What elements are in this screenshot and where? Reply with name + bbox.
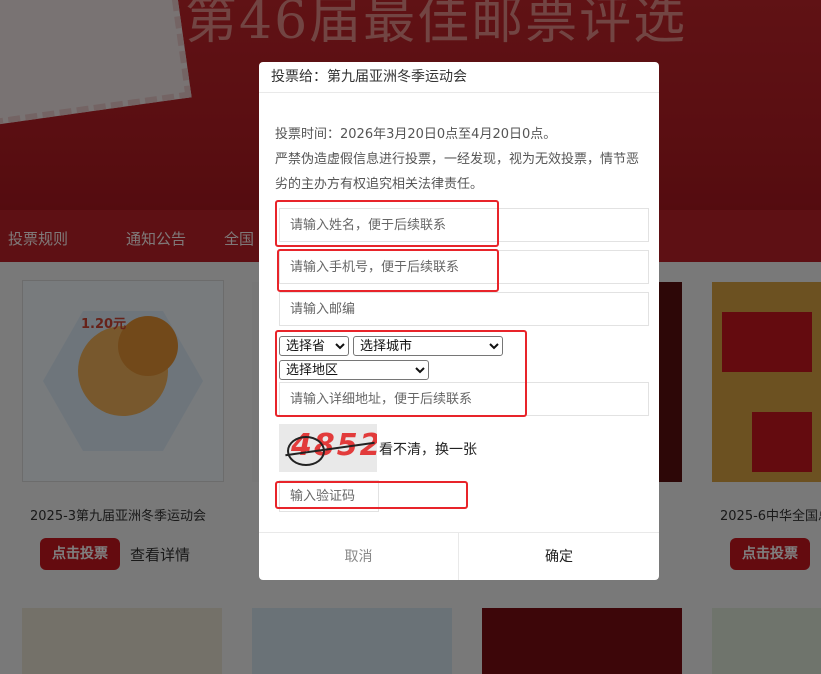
vote-warning-text: 严禁伪造虚假信息进行投票，一经发现，视为无效投票，情节恶劣的主办方有权追究相关法… bbox=[275, 152, 640, 192]
captcha-image[interactable]: 4852 bbox=[279, 424, 377, 472]
cancel-button[interactable]: 取消 bbox=[259, 533, 459, 580]
name-input[interactable] bbox=[279, 208, 649, 242]
postcode-input[interactable] bbox=[279, 292, 649, 326]
vote-notice: 投票时间：2026年3月20日0点至4月20日0点。 严禁伪造虚假信息进行投票，… bbox=[275, 122, 647, 197]
dialog-title: 投票给：第九届亚洲冬季运动会 bbox=[259, 62, 659, 93]
province-select[interactable]: 选择省 bbox=[279, 336, 349, 356]
phone-input[interactable] bbox=[279, 250, 649, 284]
vote-time-text: 投票时间：2026年3月20日0点至4月20日0点。 bbox=[275, 127, 557, 142]
city-select[interactable]: 选择城市 bbox=[353, 336, 503, 356]
address-input[interactable] bbox=[279, 382, 649, 416]
district-select[interactable]: 选择地区 bbox=[279, 360, 429, 380]
confirm-button[interactable]: 确定 bbox=[459, 533, 659, 580]
dialog-footer: 取消 确定 bbox=[259, 532, 659, 580]
refresh-captcha-link[interactable]: 看不清，换一张 bbox=[379, 439, 477, 459]
vote-dialog: 投票给：第九届亚洲冬季运动会 投票时间：2026年3月20日0点至4月20日0点… bbox=[259, 62, 659, 580]
captcha-input[interactable] bbox=[279, 480, 379, 512]
